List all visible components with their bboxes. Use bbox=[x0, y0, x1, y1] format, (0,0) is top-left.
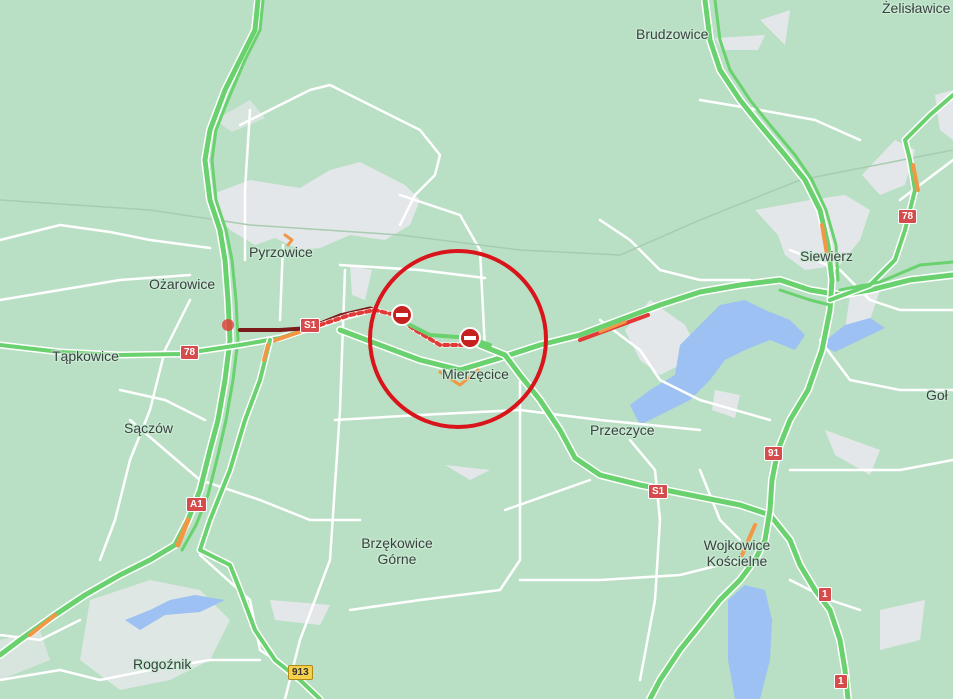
place-label-wojkowice-line2: Kościelne bbox=[706, 553, 768, 569]
place-label-brzekowice-gorne[interactable]: Brzękowice Górne bbox=[355, 535, 439, 567]
road-shield-s1: S1 bbox=[648, 484, 669, 499]
place-label-brzekowice-line2: Górne bbox=[377, 551, 417, 567]
place-label-siewierz[interactable]: Siewierz bbox=[800, 248, 853, 264]
place-label-saczow[interactable]: Sączów bbox=[124, 420, 173, 436]
place-label-tapkowice[interactable]: Tąpkowice bbox=[52, 348, 119, 364]
road-shield-78: 78 bbox=[180, 345, 200, 360]
place-label-przeczyce[interactable]: Przeczyce bbox=[590, 422, 655, 438]
road-shield-1: 1 bbox=[818, 587, 832, 602]
road-shield-1: 1 bbox=[834, 674, 848, 689]
place-label-pyrzowice[interactable]: Pyrzowice bbox=[249, 244, 313, 260]
place-label-rogoznik[interactable]: Rogoźnik bbox=[133, 656, 191, 672]
place-label-wojkowice-koscielne[interactable]: Wojkowice Kościelne bbox=[696, 537, 778, 569]
road-shield-78: 78 bbox=[898, 209, 918, 224]
place-label-gol[interactable]: Goł bbox=[926, 387, 948, 403]
place-label-mierzecice[interactable]: Mierzęcice bbox=[442, 366, 509, 382]
place-label-ozarowice[interactable]: Ożarowice bbox=[149, 276, 215, 292]
map-view[interactable]: Żelisławice Brudzowice Pyrzowice Siewier… bbox=[0, 0, 953, 699]
road-closed-icon[interactable] bbox=[459, 327, 481, 349]
road-shield-a1: A1 bbox=[186, 497, 207, 512]
place-label-brudzowice[interactable]: Brudzowice bbox=[636, 26, 708, 42]
place-label-brzekowice-line1: Brzękowice bbox=[361, 535, 433, 551]
place-label-wojkowice-line1: Wojkowice bbox=[703, 537, 771, 553]
road-closed-icon[interactable] bbox=[391, 304, 413, 326]
road-shield-91: 91 bbox=[764, 446, 784, 461]
road-shield-913: 913 bbox=[288, 665, 313, 680]
place-label-zelislawice[interactable]: Żelisławice bbox=[882, 0, 950, 16]
road-shield-s1: S1 bbox=[300, 318, 321, 333]
map-canvas[interactable] bbox=[0, 0, 953, 699]
traffic-incident-icon[interactable] bbox=[222, 319, 234, 331]
